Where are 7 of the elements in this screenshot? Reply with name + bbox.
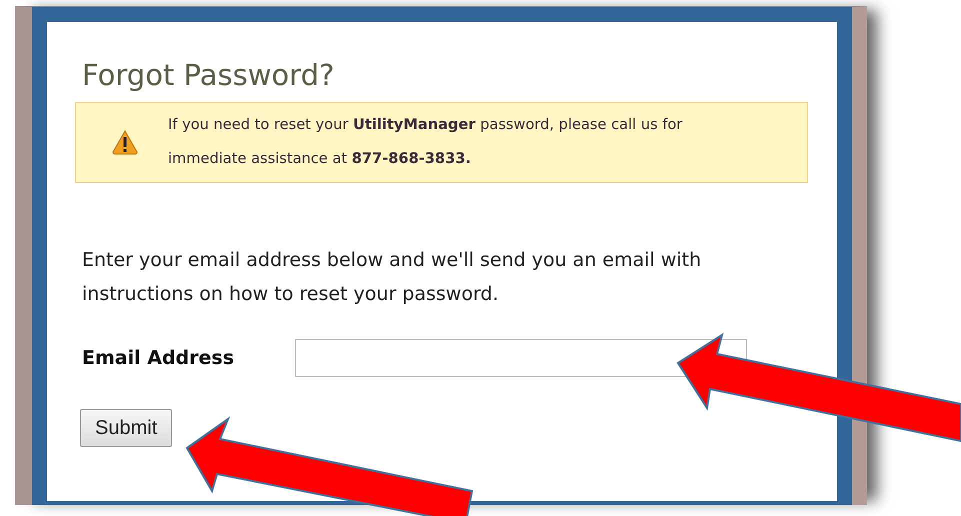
- warning-icon: [112, 129, 138, 156]
- email-field[interactable]: [295, 338, 747, 377]
- email-label: Email Address: [82, 346, 236, 371]
- submit-button[interactable]: Submit: [80, 408, 172, 447]
- instructions-text: Enter your email address below and we'll send you an email with instructions on how to reset your password.: [82, 248, 702, 307]
- notice-text: If you need to reset your UtilityManager password, please call us for immediate assistance at 877-868-3833.: [168, 115, 684, 170]
- page-title: Forgot Password?: [82, 57, 336, 92]
